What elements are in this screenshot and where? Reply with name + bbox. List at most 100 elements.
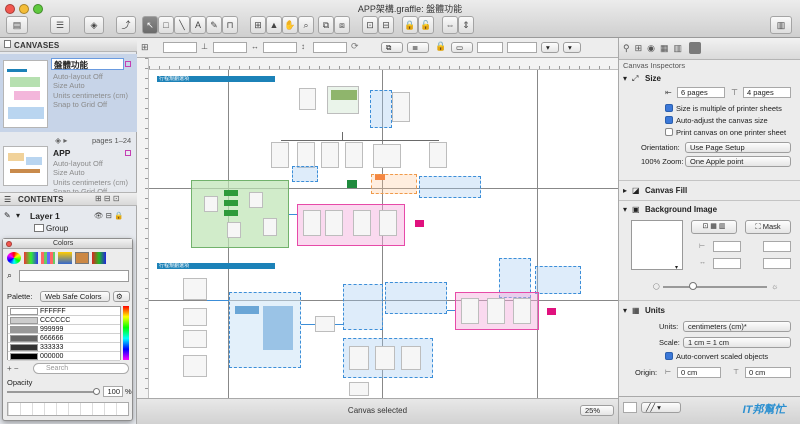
screen-card[interactable] bbox=[345, 142, 363, 168]
opacity-field[interactable]: 100 bbox=[103, 386, 123, 397]
origin-x-field[interactable]: 0 cm bbox=[677, 367, 721, 378]
screen-card[interactable] bbox=[401, 346, 421, 370]
unlock-icon[interactable]: 🔓 bbox=[418, 16, 434, 34]
size-multiple-checkbox[interactable] bbox=[665, 104, 673, 112]
palette-select[interactable]: Web Safe Colors bbox=[40, 291, 110, 302]
width-pages-field[interactable]: 6 pages bbox=[677, 87, 725, 98]
vertical-flip-icon[interactable]: ⇕ bbox=[458, 16, 474, 34]
image-thumbnail[interactable] bbox=[235, 306, 259, 314]
green-node[interactable] bbox=[347, 180, 357, 188]
screen-group[interactable] bbox=[419, 176, 481, 198]
image-scale-y-field[interactable] bbox=[763, 258, 791, 269]
zoom-tool-icon[interactable]: ⌕ bbox=[298, 16, 314, 34]
screen-card[interactable] bbox=[349, 382, 369, 396]
opacity-slider-track[interactable] bbox=[663, 286, 767, 288]
screen-card[interactable] bbox=[183, 330, 207, 348]
close-window-button[interactable] bbox=[5, 4, 15, 14]
screen-card[interactable] bbox=[513, 298, 531, 324]
line-style-select[interactable]: ▭ bbox=[451, 42, 473, 53]
inspector-tabs-icons[interactable]: ⚲⊞◉▦▥ bbox=[623, 43, 687, 54]
screen-card[interactable] bbox=[429, 142, 447, 168]
screen-card[interactable] bbox=[271, 142, 289, 168]
bring-front-icon[interactable]: ⧈ bbox=[334, 16, 350, 34]
disclosure-triangle-icon[interactable]: ▾ bbox=[16, 211, 20, 220]
canvas-thumbnail[interactable] bbox=[3, 60, 48, 128]
crayons-icon[interactable] bbox=[75, 252, 89, 264]
screen-group[interactable] bbox=[535, 266, 581, 294]
text-tool-icon[interactable]: A bbox=[190, 16, 206, 34]
canvases-toggle-icon[interactable]: ▤ bbox=[6, 16, 28, 34]
screen-card[interactable] bbox=[183, 278, 207, 300]
scale-select[interactable]: 1 cm = 1 cm bbox=[683, 337, 791, 348]
group-item[interactable]: Group bbox=[46, 224, 68, 233]
disclosure-triangle-icon[interactable]: ▸ bbox=[623, 186, 627, 195]
screen-card[interactable] bbox=[183, 355, 207, 377]
selection-tool-icon[interactable]: ↖ bbox=[142, 16, 158, 34]
group-icon[interactable]: ⊡ bbox=[362, 16, 378, 34]
swatch-row[interactable]: 999999 bbox=[8, 325, 120, 334]
shape-tool-icon[interactable]: □ bbox=[158, 16, 174, 34]
add-remove-icons[interactable]: + − bbox=[7, 364, 19, 373]
inspectors-toggle-icon[interactable]: ▥ bbox=[770, 16, 792, 34]
lock-icon[interactable]: 🔒 bbox=[402, 16, 418, 34]
screen-card[interactable] bbox=[315, 316, 335, 332]
rubber-stamp-icon[interactable]: ▲ bbox=[266, 16, 282, 34]
units-select[interactable]: centimeters (cm)* bbox=[683, 321, 791, 332]
swatch-row[interactable]: FFFFFF bbox=[8, 307, 120, 316]
color-wheel-icon[interactable] bbox=[7, 252, 21, 264]
ungroup-icon[interactable]: ⊟ bbox=[378, 16, 394, 34]
close-panel-button[interactable] bbox=[6, 241, 12, 247]
sliders-icon[interactable] bbox=[24, 252, 38, 264]
origin-y-field[interactable]: 0 cm bbox=[745, 367, 791, 378]
search-field[interactable]: Search bbox=[33, 363, 129, 374]
image-scale-x-field[interactable] bbox=[713, 258, 741, 269]
screen-card[interactable] bbox=[299, 88, 316, 110]
layer-tools-icon[interactable]: ⊞ ⊟ ⊡ bbox=[95, 194, 120, 203]
canvas-inspector-tab-icon[interactable] bbox=[689, 42, 701, 54]
rotate-icon[interactable]: ⟳ bbox=[351, 41, 359, 52]
style-icon[interactable]: ◈ bbox=[84, 16, 104, 34]
hand-tool-icon[interactable]: ✋ bbox=[282, 16, 298, 34]
canvas-name-field[interactable]: 盤體功能 bbox=[51, 58, 124, 70]
screen-group[interactable] bbox=[343, 284, 383, 330]
zoom-select[interactable]: 25% bbox=[580, 405, 614, 416]
auto-convert-checkbox[interactable] bbox=[665, 352, 673, 360]
map-thumbnail[interactable] bbox=[263, 306, 293, 350]
magnifier-icon[interactable]: ⌕ bbox=[7, 270, 12, 281]
align-tool-icon[interactable]: ⊞ bbox=[250, 16, 266, 34]
opacity-slider-track[interactable] bbox=[7, 391, 97, 393]
disclosure-triangle-icon[interactable]: ▾ bbox=[623, 306, 627, 315]
screen-card[interactable] bbox=[263, 218, 277, 236]
zoom-unit-select[interactable]: One Apple point bbox=[685, 156, 791, 167]
image-palettes-icon[interactable] bbox=[58, 252, 72, 264]
gear-icon[interactable]: ⚙ bbox=[113, 291, 130, 302]
screen-card[interactable] bbox=[227, 222, 241, 238]
screen-group[interactable] bbox=[370, 90, 392, 128]
screen-card[interactable] bbox=[321, 142, 339, 168]
screen-card[interactable] bbox=[461, 298, 479, 324]
layers-icon[interactable]: ☰ bbox=[50, 16, 70, 34]
screen-card[interactable] bbox=[249, 192, 263, 208]
opacity-slider-knob[interactable] bbox=[689, 282, 697, 290]
offset-y-field[interactable] bbox=[763, 241, 791, 252]
green-tag[interactable] bbox=[224, 210, 238, 216]
green-tag[interactable] bbox=[224, 200, 238, 206]
screen-card[interactable] bbox=[303, 210, 321, 236]
width-field[interactable] bbox=[263, 42, 297, 53]
height-field[interactable] bbox=[313, 42, 347, 53]
image-position-segment[interactable]: ⊡ ▦ ▥ bbox=[691, 220, 737, 234]
swatch-row[interactable]: 666666 bbox=[8, 334, 120, 343]
screen-card[interactable] bbox=[373, 144, 401, 168]
palettes-icon[interactable] bbox=[41, 252, 55, 264]
line-tool-icon[interactable]: ╲ bbox=[174, 16, 190, 34]
text-color-select[interactable]: ▾ bbox=[541, 42, 559, 53]
swatch-row[interactable]: 000000 bbox=[8, 352, 120, 361]
screen-card[interactable] bbox=[487, 298, 505, 324]
align-select[interactable]: ≣ bbox=[407, 42, 429, 53]
pink-node[interactable] bbox=[415, 220, 424, 227]
screen-card[interactable] bbox=[327, 86, 359, 114]
send-back-icon[interactable]: ⧉ bbox=[318, 16, 334, 34]
line-style-select[interactable]: ╱╱ ▾ bbox=[641, 402, 681, 413]
lock-icon[interactable]: 🔒 bbox=[435, 41, 446, 52]
pen-tool-icon[interactable]: ✎ bbox=[206, 16, 222, 34]
